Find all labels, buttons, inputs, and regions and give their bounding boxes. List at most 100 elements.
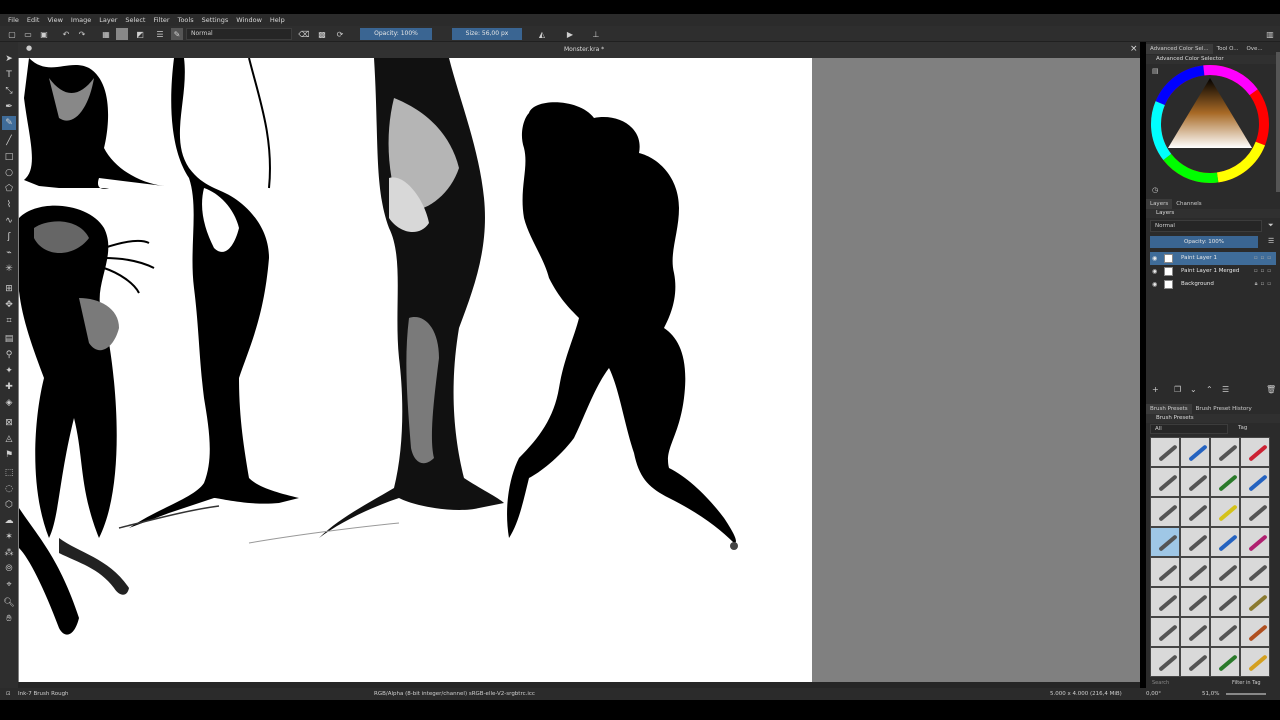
visibility-eye-icon[interactable]: ◉ [1152, 265, 1157, 278]
rotation-value[interactable]: 0,00° [1146, 691, 1161, 697]
duplicate-layer-icon[interactable]: ❐ [1174, 385, 1181, 394]
move-layer-down-icon[interactable]: ⌄ [1190, 385, 1197, 394]
menu-image[interactable]: Image [67, 14, 95, 26]
layer-menu-icon[interactable]: ☰ [1268, 237, 1274, 245]
brush-preset-item[interactable] [1210, 437, 1240, 467]
delete-layer-icon[interactable]: 🗑︎ [1266, 385, 1276, 394]
brush-preset-item[interactable] [1210, 587, 1240, 617]
visibility-eye-icon[interactable]: ◉ [1152, 252, 1157, 265]
brush-preset-item[interactable] [1240, 557, 1270, 587]
tab-overview[interactable]: Ove... [1242, 44, 1266, 54]
brush-settings-icon[interactable]: ☰ [154, 28, 166, 40]
mirror-vertical-icon[interactable]: ▶ [564, 28, 576, 40]
freehand-brush-tool-icon[interactable]: ✎ [2, 116, 16, 130]
menu-view[interactable]: View [43, 14, 66, 26]
document-title[interactable]: Monster.kra * [564, 46, 604, 53]
brush-preset-item[interactable] [1150, 557, 1180, 587]
brush-search-input[interactable]: Search [1152, 680, 1169, 686]
alpha-lock-icon[interactable]: ▩ [316, 28, 328, 40]
mirror-horizontal-icon[interactable]: ◭ [536, 28, 548, 40]
visibility-eye-icon[interactable]: ◉ [1152, 278, 1157, 291]
brush-preset-item[interactable] [1210, 497, 1240, 527]
brush-preset-item[interactable] [1180, 587, 1210, 617]
brush-preset-item[interactable] [1210, 527, 1240, 557]
opacity-slider[interactable]: Opacity: 100% [360, 28, 432, 40]
color-picker-tool-icon[interactable]: ⚲ [2, 348, 16, 362]
move-tool-icon[interactable]: ✥ [2, 298, 16, 312]
undo-icon[interactable]: ↶ [60, 28, 72, 40]
brush-preset-item[interactable] [1150, 647, 1180, 677]
layer-filter-icon[interactable]: ⏷ [1268, 221, 1274, 230]
polygon-selection-tool-icon[interactable]: ⬡ [2, 498, 16, 512]
layer-blend-mode-select[interactable]: Normal [1150, 220, 1262, 232]
size-slider[interactable]: Size: 56,00 px [452, 28, 522, 40]
colorize-mask-tool-icon[interactable]: ✦ [2, 364, 16, 378]
menu-settings[interactable]: Settings [198, 14, 233, 26]
fg-bg-color-icon[interactable]: ◩ [134, 28, 146, 40]
contiguous-selection-tool-icon[interactable]: ✶ [2, 530, 16, 544]
layer-row[interactable]: ◉ Background 🔒︎▫▫ [1150, 278, 1276, 291]
brush-preset-item[interactable] [1240, 587, 1270, 617]
brush-preset-icon[interactable]: ✎ [171, 28, 183, 40]
eraser-icon[interactable]: ⌫ [298, 28, 310, 40]
magnetic-selection-tool-icon[interactable]: ⌖ [2, 578, 16, 592]
menu-file[interactable]: File [4, 14, 23, 26]
brush-preset-item[interactable] [1180, 527, 1210, 557]
bezier-tool-icon[interactable]: ∿ [2, 214, 16, 228]
dynamic-brush-tool-icon[interactable]: ⌁ [2, 246, 16, 260]
brush-preset-item[interactable] [1240, 437, 1270, 467]
menu-tools[interactable]: Tools [174, 14, 198, 26]
pattern-swatch[interactable] [116, 28, 128, 40]
brush-filter-select[interactable]: All [1150, 424, 1228, 434]
add-layer-icon[interactable]: + [1152, 385, 1159, 394]
ellipse-tool-icon[interactable]: ○ [2, 166, 16, 180]
blend-mode-select[interactable]: Normal [186, 28, 292, 40]
tab-layers[interactable]: Layers [1146, 199, 1173, 209]
brush-preset-item[interactable] [1180, 497, 1210, 527]
layer-opacity-slider[interactable]: Opacity: 100% [1150, 236, 1258, 248]
tab-advanced-color-selector[interactable]: Advanced Color Sel... [1146, 44, 1213, 54]
brush-preset-item[interactable] [1180, 647, 1210, 677]
new-document-icon[interactable]: ▢ [6, 28, 18, 40]
brush-preset-item[interactable] [1180, 437, 1210, 467]
color-wheel[interactable] [1150, 64, 1274, 188]
freehand-path-tool-icon[interactable]: ʃ [2, 230, 16, 244]
current-brush-name[interactable]: Ink-7 Brush Rough [18, 691, 69, 697]
layer-lock-alpha-icons[interactable]: ▫▫▫ [1254, 252, 1274, 265]
brush-preset-item[interactable] [1240, 497, 1270, 527]
brush-preset-item[interactable] [1240, 467, 1270, 497]
rect-selection-tool-icon[interactable]: ⬚ [2, 466, 16, 480]
brush-preset-item[interactable] [1240, 647, 1270, 677]
text-tool-icon[interactable]: T [2, 68, 16, 82]
menu-layer[interactable]: Layer [95, 14, 121, 26]
brush-preset-item[interactable] [1210, 617, 1240, 647]
brush-preset-item[interactable] [1150, 497, 1180, 527]
wrap-around-icon[interactable]: ⊥ [590, 28, 602, 40]
transform-tool-icon[interactable]: ⊞ [2, 282, 16, 296]
brush-tag-button[interactable]: Tag [1238, 425, 1247, 431]
gradient-icon[interactable]: ▦ [100, 28, 112, 40]
layer-row[interactable]: ◉ Paint Layer 1 ▫▫▫ [1150, 252, 1276, 265]
brush-preset-item[interactable] [1150, 437, 1180, 467]
crop-tool-icon[interactable]: ⌗ [2, 314, 16, 328]
assistant-tool-icon[interactable]: ⊠ [2, 416, 16, 430]
brush-preset-item[interactable] [1180, 557, 1210, 587]
measure-tool-icon[interactable]: ◬ [2, 432, 16, 446]
calligraphy-tool-icon[interactable]: ✒ [2, 100, 16, 114]
open-document-icon[interactable]: ▭ [22, 28, 34, 40]
gradient-tool-icon[interactable]: ▤ [2, 332, 16, 346]
drawing-canvas[interactable] [19, 58, 812, 682]
brush-preset-item[interactable] [1210, 647, 1240, 677]
edit-shapes-tool-icon[interactable]: ⤡ [2, 84, 16, 98]
ellipse-selection-tool-icon[interactable]: ◌ [2, 482, 16, 496]
reload-preset-icon[interactable]: ⟳ [334, 28, 346, 40]
save-icon[interactable]: ▣ [38, 28, 50, 40]
tab-tool-options[interactable]: Tool O... [1213, 44, 1243, 54]
window-layout-icon[interactable]: ▥ [1264, 28, 1276, 40]
polygon-tool-icon[interactable]: ⬠ [2, 182, 16, 196]
brush-preset-item[interactable] [1180, 467, 1210, 497]
close-document-icon[interactable]: × [1130, 44, 1138, 54]
zoom-tool-icon[interactable]: 🔍︎ [2, 596, 16, 610]
reference-images-tool-icon[interactable]: ⚑ [2, 448, 16, 462]
color-swatch-strip[interactable] [1276, 52, 1280, 192]
